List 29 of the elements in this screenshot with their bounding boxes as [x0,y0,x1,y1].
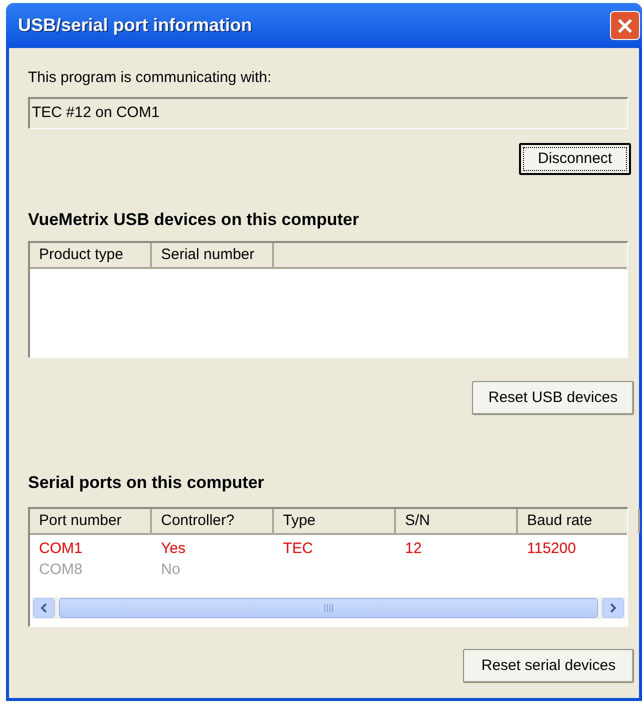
column-header[interactable]: S/N [396,509,518,533]
window-title: USB/serial port information [18,14,252,37]
column-header[interactable]: Serial number [152,243,274,267]
table-cell-text: COM1 [38,539,84,560]
scroll-left-button[interactable] [33,598,55,618]
scrollbar-thumb[interactable] [59,598,598,618]
connection-field: TEC #12 on COM1 [28,97,628,129]
section-heading: Serial ports on this computer [28,472,266,492]
column-header[interactable]: Product type [30,243,152,267]
table-cell-text: No [160,560,182,580]
close-icon [617,18,633,34]
scroll-right-button[interactable] [602,598,624,618]
disconnect-button[interactable]: Disconnect [519,143,631,175]
table-cell-text: Yes [160,539,186,560]
grip-icon [324,604,334,612]
table-cell-text: 12 [404,539,423,560]
column-header[interactable]: Type [274,509,396,533]
column-header[interactable]: Port number [30,509,152,533]
table-cell-text: 115200 [526,539,577,560]
reset-usb-button[interactable]: Reset USB devices [472,381,634,415]
section-heading: VueMetrix USB devices on this computer [28,209,360,229]
column-header[interactable]: Baud rate [518,509,640,533]
column-header[interactable]: Controller? [152,509,274,533]
table-cell-text: TEC [282,539,314,560]
close-button[interactable] [610,11,640,40]
reset-serial-button[interactable]: Reset serial devices [463,649,634,683]
table-cell-text: COM8 [38,560,84,580]
connection-label: This program is communicating with: [28,68,272,87]
horizontal-scrollbar[interactable] [32,597,625,619]
